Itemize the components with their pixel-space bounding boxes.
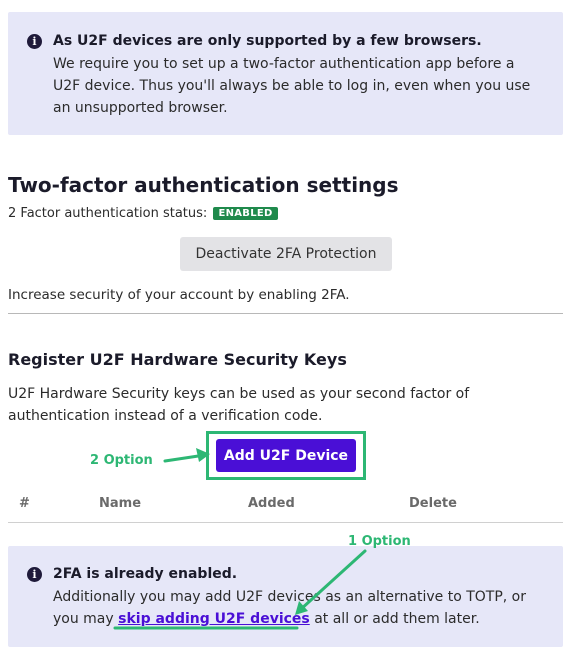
info-icon: i <box>27 34 42 49</box>
table-header-delete: Delete <box>409 496 457 511</box>
option-1-annotation: 1 Option <box>348 534 411 549</box>
notice-title: As U2F devices are only supported by a f… <box>53 33 482 49</box>
notice-body-end: at all or add them later. <box>309 611 480 627</box>
notice-title: 2FA is already enabled. <box>53 566 238 582</box>
u2f-browser-notice: i As U2F devices are only supported by a… <box>8 12 563 135</box>
divider <box>8 313 563 314</box>
add-device-highlight: Add U2F Device <box>206 431 366 480</box>
status-label: 2 Factor authentication status: <box>8 206 208 221</box>
increase-security-text: Increase security of your account by ena… <box>8 287 350 303</box>
info-icon: i <box>27 567 42 582</box>
notice-body: We require you to set up a two-factor au… <box>53 56 531 116</box>
skip-u2f-link[interactable]: skip adding U2F devices <box>118 611 310 627</box>
option-2-annotation: 2 Option <box>90 453 153 468</box>
u2f-description: U2F Hardware Security keys can be used a… <box>8 386 470 424</box>
notice-body: Additionally you may add U2F devices as … <box>53 586 543 630</box>
add-u2f-device-button[interactable]: Add U2F Device <box>216 439 356 472</box>
u2f-section-title: Register U2F Hardware Security Keys <box>8 350 347 369</box>
table-divider <box>8 522 563 523</box>
deactivate-2fa-button[interactable]: Deactivate 2FA Protection <box>180 237 392 271</box>
option-2-arrow <box>163 453 207 463</box>
table-header-added: Added <box>248 496 295 511</box>
page-title: Two-factor authentication settings <box>8 173 399 197</box>
status-badge: ENABLED <box>213 207 278 220</box>
table-header-number: # <box>19 496 30 511</box>
twofa-enabled-notice: i 2FA is already enabled. Additionally y… <box>8 546 563 647</box>
table-header-name: Name <box>99 496 142 511</box>
twofa-status: 2 Factor authentication status: ENABLED <box>8 206 278 221</box>
